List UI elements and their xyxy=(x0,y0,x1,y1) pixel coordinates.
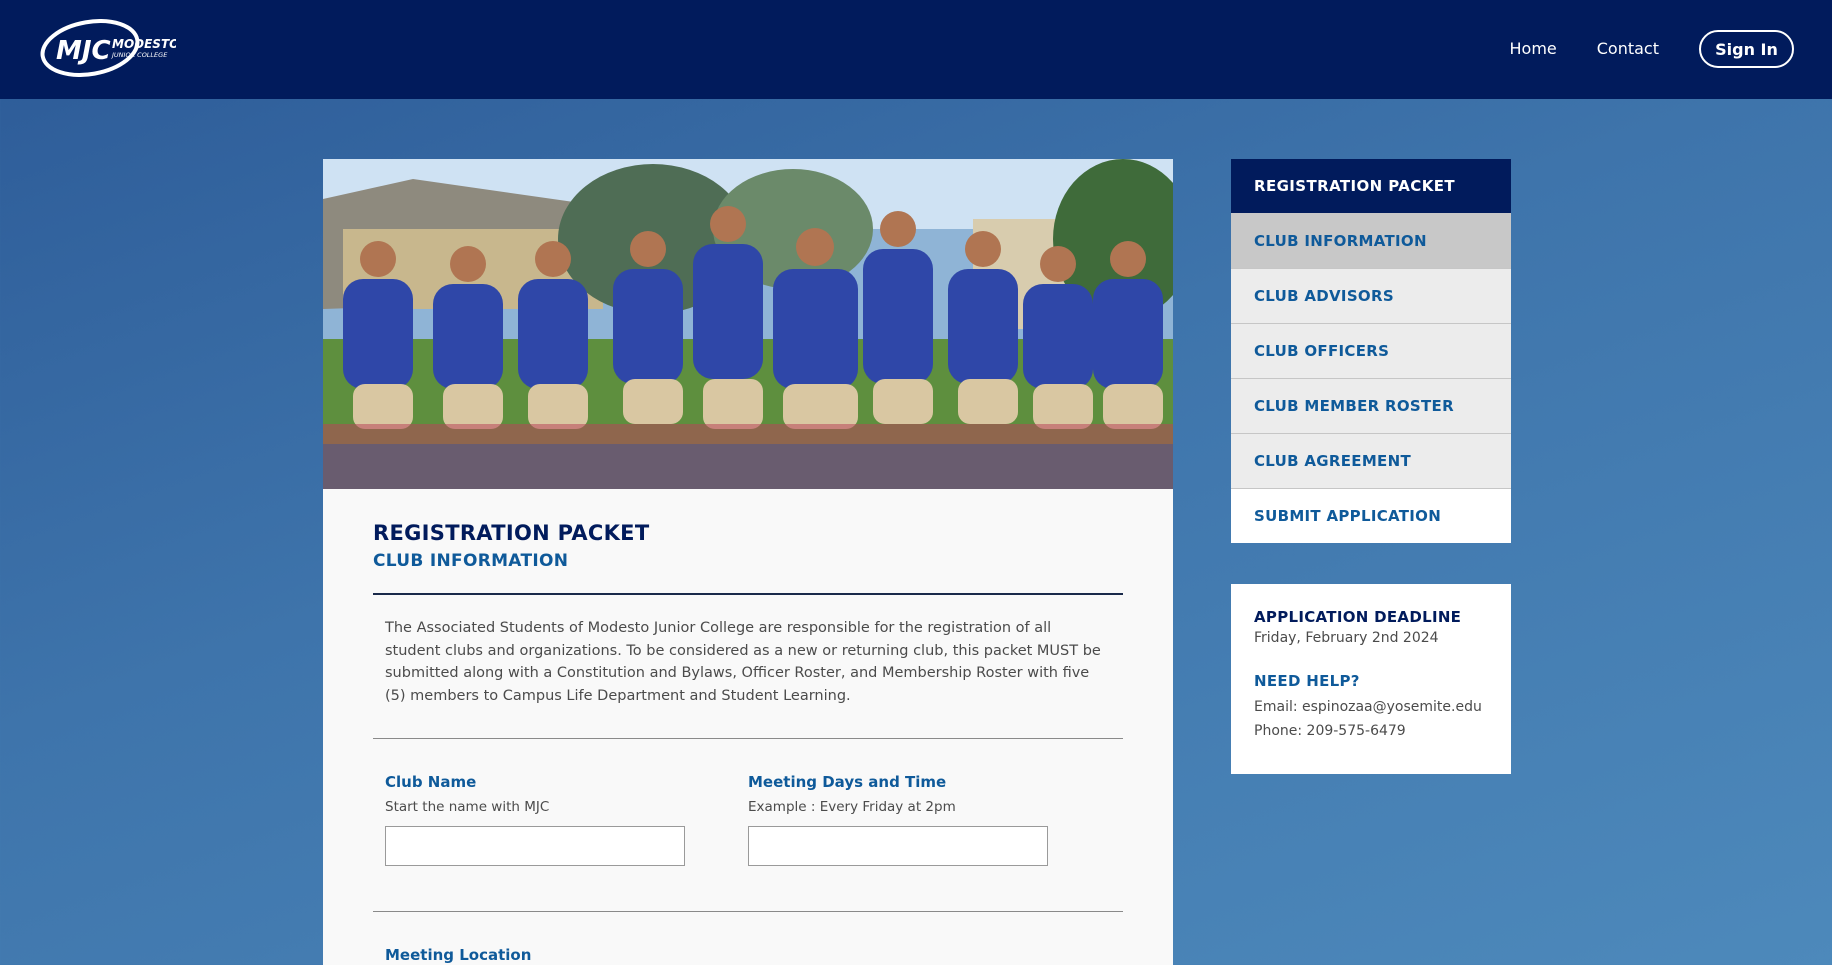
sign-in-button[interactable]: Sign In xyxy=(1699,30,1794,68)
field-row: Club Name Start the name with MJC Meetin… xyxy=(373,739,1123,911)
page-title: REGISTRATION PACKET xyxy=(373,521,650,545)
logo-name-text: MODESTO xyxy=(112,37,176,51)
registration-form-card: REGISTRATION PACKET CLUB INFORMATION The… xyxy=(323,159,1173,965)
logo-mark-text: MJC xyxy=(56,36,111,66)
meeting-time-field-group: Meeting Days and Time Example : Every Fr… xyxy=(748,773,1111,911)
registration-sidebar: REGISTRATION PACKET CLUB INFORMATION CLU… xyxy=(1231,159,1511,543)
help-title: NEED HELP? xyxy=(1254,672,1360,690)
section-title: CLUB INFORMATION xyxy=(373,551,569,571)
deadline-date: Friday, February 2nd 2024 xyxy=(1254,630,1439,646)
top-navbar: MJC MODESTO JUNIOR COLLEGE Home Contact … xyxy=(0,0,1832,99)
sidebar-item-club-officers[interactable]: CLUB OFFICERS xyxy=(1231,323,1511,378)
nav-contact-link[interactable]: Contact xyxy=(1597,31,1659,67)
hero-photo xyxy=(323,159,1173,489)
logo-sub-text: JUNIOR COLLEGE xyxy=(110,51,168,59)
top-nav: Home Contact Sign In xyxy=(1510,30,1794,68)
deadline-help-box: APPLICATION DEADLINE Friday, February 2n… xyxy=(1231,584,1511,774)
nav-home-link[interactable]: Home xyxy=(1510,31,1557,67)
sidebar-item-club-agreement[interactable]: CLUB AGREEMENT xyxy=(1231,433,1511,488)
help-email: Email: espinozaa@yosemite.edu xyxy=(1254,699,1482,715)
sidebar-item-submit-application[interactable]: SUBMIT APPLICATION xyxy=(1231,488,1511,543)
meeting-time-hint: Example : Every Friday at 2pm xyxy=(748,799,956,815)
club-name-field-group: Club Name Start the name with MJC xyxy=(385,773,748,911)
sidebar-item-club-member-roster[interactable]: CLUB MEMBER ROSTER xyxy=(1231,378,1511,433)
club-name-label: Club Name xyxy=(385,773,477,791)
sidebar-item-club-information[interactable]: CLUB INFORMATION xyxy=(1231,213,1511,268)
club-name-input[interactable] xyxy=(385,826,685,866)
meeting-location-label: Meeting Location xyxy=(385,946,532,964)
mjc-logo[interactable]: MJC MODESTO JUNIOR COLLEGE xyxy=(38,19,179,77)
sidebar-heading: REGISTRATION PACKET xyxy=(1231,159,1511,213)
meeting-time-input[interactable] xyxy=(748,826,1048,866)
help-phone: Phone: 209-575-6479 xyxy=(1254,723,1406,739)
club-name-hint: Start the name with MJC xyxy=(385,799,550,815)
deadline-title: APPLICATION DEADLINE xyxy=(1254,608,1462,626)
intro-paragraph: The Associated Students of Modesto Junio… xyxy=(385,620,1101,704)
form-content: REGISTRATION PACKET CLUB INFORMATION The… xyxy=(323,489,1173,964)
meeting-time-label: Meeting Days and Time xyxy=(748,773,947,791)
sidebar-item-club-advisors[interactable]: CLUB ADVISORS xyxy=(1231,268,1511,323)
